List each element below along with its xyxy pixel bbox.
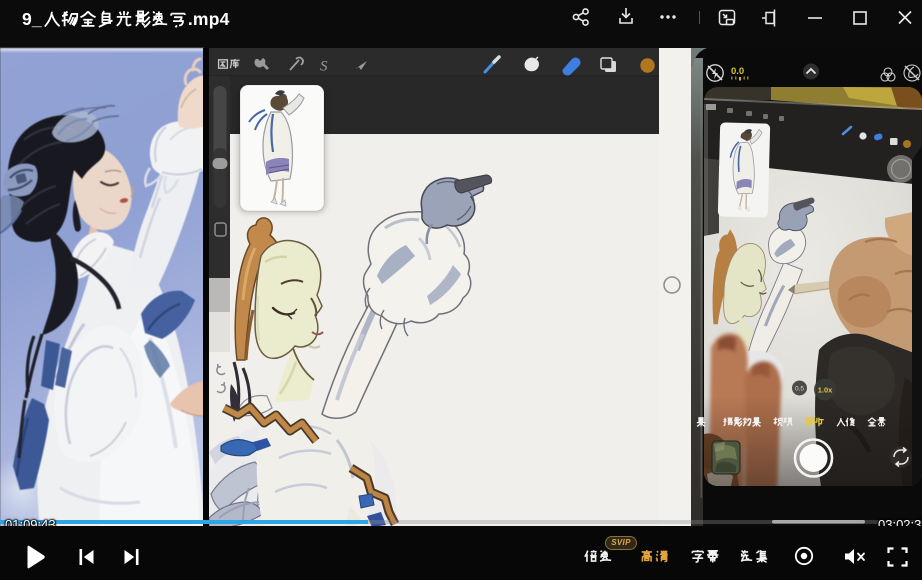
- svg-text:0.5: 0.5: [795, 386, 804, 393]
- svg-text:0.0: 0.0: [731, 66, 744, 77]
- svg-text:S: S: [320, 59, 328, 75]
- svg-text:1.0x: 1.0x: [818, 386, 833, 395]
